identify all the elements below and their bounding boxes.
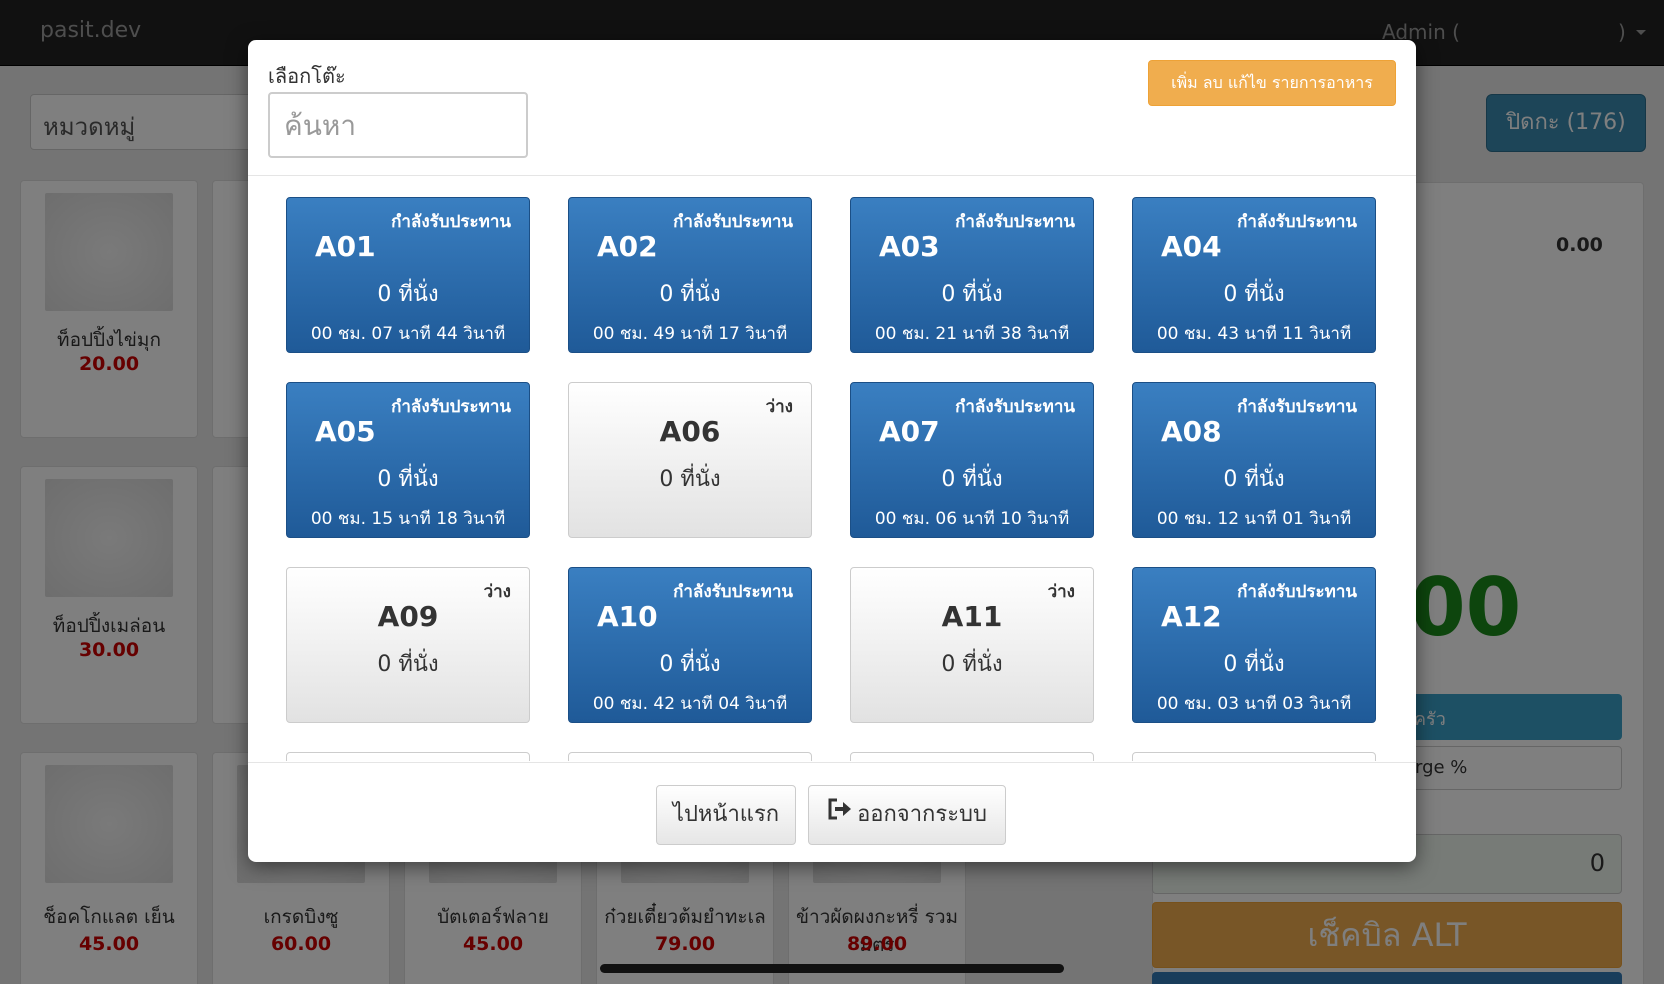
table-seats: 0 ที่นั่ง (659, 282, 721, 307)
table-tile[interactable]: กำลังรับประทาน A03 0 ที่นั่ง 00 ชม. 21 น… (850, 197, 1094, 353)
table-code: A08 (1161, 415, 1222, 448)
table-tile[interactable]: กำลังรับประทาน A08 0 ที่นั่ง 00 ชม. 12 น… (1132, 382, 1376, 538)
home-indicator (600, 964, 1064, 973)
table-status: กำลังรับประทาน (673, 582, 793, 602)
table-seats: 0 ที่นั่ง (1223, 652, 1285, 677)
table-duration: 00 ชม. 21 นาที 38 วินาที (874, 324, 1070, 344)
table-code: A11 (941, 600, 1003, 633)
table-seats: 0 ที่นั่ง (1223, 467, 1285, 492)
table-status: กำลังรับประทาน (955, 397, 1075, 417)
table-tile[interactable]: กำลังรับประทาน A05 0 ที่นั่ง 00 ชม. 15 น… (286, 382, 530, 538)
table-seats: 0 ที่นั่ง (659, 467, 721, 492)
table-tile[interactable]: กำลังรับประทาน A07 0 ที่นั่ง 00 ชม. 06 น… (850, 382, 1094, 538)
table-seats: 0 ที่นั่ง (377, 467, 439, 492)
table-seats: 0 ที่นั่ง (941, 282, 1003, 307)
table-status: กำลังรับประทาน (1237, 397, 1357, 417)
table-status: กำลังรับประทาน (391, 212, 511, 232)
table-seats: 0 ที่นั่ง (659, 652, 721, 677)
manage-menu-button[interactable]: เพิ่ม ลบ แก้ไข รายการอาหาร (1148, 60, 1396, 106)
table-tile[interactable] (568, 752, 812, 761)
table-duration: 00 ชม. 49 นาที 17 วินาที (592, 324, 788, 344)
table-grid: กำลังรับประทาน A01 0 ที่นั่ง 00 ชม. 07 น… (248, 177, 1416, 761)
table-tile[interactable] (286, 752, 530, 761)
table-code: A04 (1161, 230, 1222, 263)
table-tile[interactable] (1132, 752, 1376, 761)
table-duration: 00 ชม. 06 นาที 10 วินาที (874, 509, 1070, 529)
modal-footer: ไปหน้าแรก ออกจากระบบ (248, 762, 1416, 862)
table-code: A06 (659, 415, 721, 448)
table-tile[interactable]: ว่าง A09 0 ที่นั่ง (286, 567, 530, 723)
table-tile[interactable]: กำลังรับประทาน A12 0 ที่นั่ง 00 ชม. 03 น… (1132, 567, 1376, 723)
table-tile[interactable]: กำลังรับประทาน A10 0 ที่นั่ง 00 ชม. 42 น… (568, 567, 812, 723)
table-tile[interactable] (850, 752, 1094, 761)
table-code: A01 (315, 230, 376, 263)
table-tile[interactable]: กำลังรับประทาน A02 0 ที่นั่ง 00 ชม. 49 น… (568, 197, 812, 353)
table-seats: 0 ที่นั่ง (377, 282, 439, 307)
table-duration: 00 ชม. 07 นาที 44 วินาที (310, 324, 506, 344)
logout-button[interactable]: ออกจากระบบ (808, 785, 1006, 845)
table-code: A03 (879, 230, 940, 263)
table-status: กำลังรับประทาน (1237, 582, 1357, 602)
table-seats: 0 ที่นั่ง (941, 467, 1003, 492)
table-seats: 0 ที่นั่ง (941, 652, 1003, 677)
table-status: กำลังรับประทาน (1237, 212, 1357, 232)
table-duration: 00 ชม. 03 นาที 03 วินาที (1156, 694, 1352, 714)
table-seats: 0 ที่นั่ง (1223, 282, 1285, 307)
table-code: A09 (377, 600, 439, 633)
logout-icon (827, 786, 853, 844)
logout-label: ออกจากระบบ (857, 802, 987, 827)
select-table-modal: เลือกโต๊ะ เพิ่ม ลบ แก้ไข รายการอาหาร กำล… (248, 40, 1416, 862)
modal-title: เลือกโต๊ะ (268, 64, 346, 88)
table-tile[interactable]: กำลังรับประทาน A01 0 ที่นั่ง 00 ชม. 07 น… (286, 197, 530, 353)
table-seats: 0 ที่นั่ง (377, 652, 439, 677)
table-tile[interactable]: ว่าง A06 0 ที่นั่ง (568, 382, 812, 538)
table-code: A12 (1161, 600, 1222, 633)
table-duration: 00 ชม. 42 นาที 04 วินาที (592, 694, 788, 714)
table-status: กำลังรับประทาน (955, 212, 1075, 232)
table-status: กำลังรับประทาน (673, 212, 793, 232)
table-duration: 00 ชม. 15 นาที 18 วินาที (310, 509, 506, 529)
table-status: กำลังรับประทาน (391, 397, 511, 417)
table-code: A10 (597, 600, 658, 633)
home-button[interactable]: ไปหน้าแรก (656, 785, 796, 845)
table-code: A05 (315, 415, 376, 448)
modal-header: เลือกโต๊ะ เพิ่ม ลบ แก้ไข รายการอาหาร (248, 40, 1416, 176)
table-search-input[interactable] (268, 92, 528, 158)
table-code: A02 (597, 230, 658, 263)
table-code: A07 (879, 415, 940, 448)
table-tile[interactable]: กำลังรับประทาน A04 0 ที่นั่ง 00 ชม. 43 น… (1132, 197, 1376, 353)
table-duration: 00 ชม. 12 นาที 01 วินาที (1156, 509, 1352, 529)
table-duration: 00 ชม. 43 นาที 11 วินาที (1156, 324, 1352, 344)
table-tile[interactable]: ว่าง A11 0 ที่นั่ง (850, 567, 1094, 723)
